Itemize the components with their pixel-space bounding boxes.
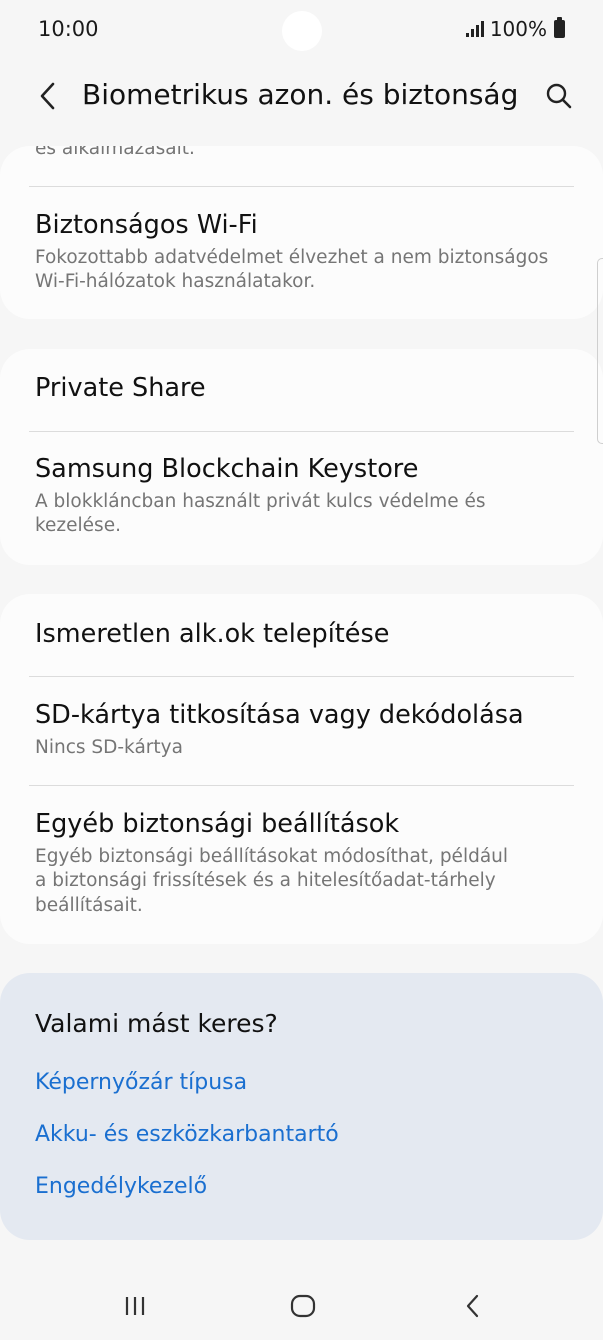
search-button[interactable] xyxy=(539,76,579,116)
item-title: Egyéb biztonsági beállítások xyxy=(35,809,400,839)
secure-wifi-item[interactable]: Biztonságos Wi-Fi Fokozottabb adatvédelm… xyxy=(35,210,563,295)
suggestion-link-permission-manager[interactable]: Engedélykezelő xyxy=(35,1174,207,1199)
item-title: Samsung Blockchain Keystore xyxy=(35,454,419,484)
settings-card-sharing: Private Share Samsung Blockchain Keystor… xyxy=(0,349,603,565)
signal-bars-icon xyxy=(465,21,484,37)
item-subtitle: Nincs SD-kártya xyxy=(35,736,183,758)
item-title: Private Share xyxy=(35,373,206,403)
status-indicators: 100% xyxy=(465,17,565,41)
item-subtitle: A blokkláncban használt privát kulcs véd… xyxy=(35,490,486,537)
home-button[interactable] xyxy=(283,1288,323,1324)
battery-percent: 100% xyxy=(489,17,547,41)
app-header: Biometrikus azon. és biztonság xyxy=(0,62,603,132)
item-title: SD-kártya titkosítása vagy dekódolása xyxy=(35,700,524,730)
divider xyxy=(29,431,574,432)
private-share-item[interactable]: Private Share xyxy=(35,373,563,405)
camera-cutout xyxy=(282,11,322,51)
recents-icon xyxy=(125,1297,145,1315)
divider xyxy=(29,186,574,187)
chevron-left-icon xyxy=(40,82,55,110)
page-title: Biometrikus azon. és biztonság xyxy=(82,78,519,111)
scrollbar[interactable] xyxy=(597,258,603,444)
item-subtitle: Egyéb biztonsági beállításokat módosítha… xyxy=(35,845,509,916)
item-title: Biztonságos Wi-Fi xyxy=(35,210,258,240)
divider xyxy=(29,785,574,786)
blockchain-keystore-item[interactable]: Samsung Blockchain Keystore A blokkláncb… xyxy=(35,454,563,539)
divider xyxy=(29,676,574,677)
suggestion-link-device-care[interactable]: Akku- és eszközkarbantartó xyxy=(35,1122,339,1147)
back-icon xyxy=(466,1294,479,1318)
item-subtitle: Fokozottabb adatvédelmet élvezhet a nem … xyxy=(35,246,549,293)
suggestions-card: Valami mást keres? Képernyőzár típusa Ak… xyxy=(0,973,603,1240)
search-icon xyxy=(546,83,572,109)
item-title: Ismeretlen alk.ok telepítése xyxy=(35,619,390,649)
nav-back-button[interactable] xyxy=(453,1288,493,1324)
home-icon xyxy=(290,1294,316,1318)
other-security-settings-item[interactable]: Egyéb biztonsági beállítások Egyéb bizto… xyxy=(35,809,563,918)
suggestions-title: Valami mást keres? xyxy=(35,1009,278,1038)
battery-icon xyxy=(554,17,565,38)
suggestion-link-screen-lock[interactable]: Képernyőzár típusa xyxy=(35,1070,247,1095)
navigation-bar xyxy=(0,1260,603,1340)
unknown-apps-item[interactable]: Ismeretlen alk.ok telepítése xyxy=(35,619,563,651)
settings-card-network: és alkalmazásait. Biztonságos Wi-Fi Foko… xyxy=(0,146,603,319)
sd-card-encryption-item[interactable]: SD-kártya titkosítása vagy dekódolása Ni… xyxy=(35,700,563,760)
back-button[interactable] xyxy=(28,76,68,116)
recents-button[interactable] xyxy=(115,1288,155,1324)
status-time: 10:00 xyxy=(38,17,99,41)
settings-card-security: Ismeretlen alk.ok telepítése SD-kártya t… xyxy=(0,594,603,944)
clipped-subtitle: és alkalmazásait. xyxy=(35,146,195,159)
status-bar: 10:00 100% xyxy=(0,0,603,62)
